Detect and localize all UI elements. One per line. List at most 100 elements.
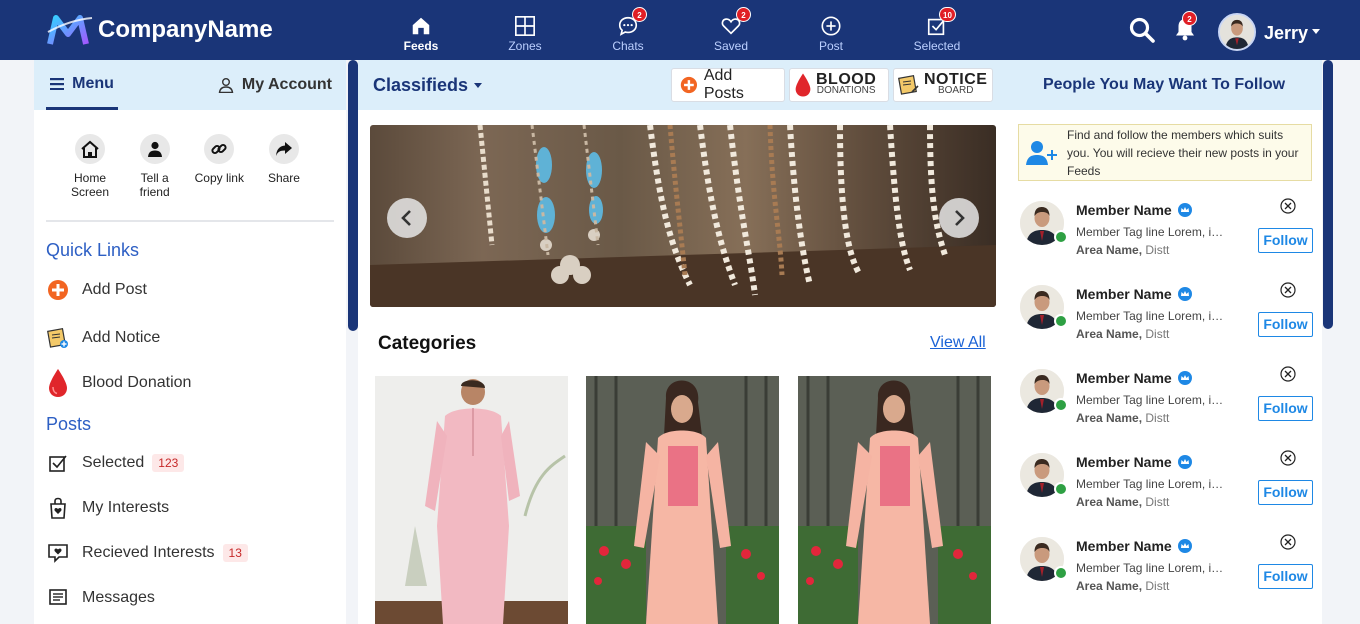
view-all-link[interactable]: View All	[930, 334, 986, 352]
close-icon[interactable]	[1280, 282, 1296, 298]
selected-posts-link[interactable]: Selected 123	[34, 440, 346, 485]
nav-zones[interactable]: Zones	[485, 0, 565, 60]
carousel-next-button[interactable]	[939, 198, 979, 238]
my-account-tab[interactable]: My Account	[218, 60, 332, 110]
left-sidebar-header: Menu My Account	[34, 60, 346, 110]
home-screen-action[interactable]: Home Screen	[60, 134, 120, 220]
close-icon[interactable]	[1280, 198, 1296, 214]
add-posts-button[interactable]: Add Posts	[671, 67, 785, 102]
add-notice-label: Add Notice	[82, 328, 161, 346]
category-card[interactable]	[375, 376, 568, 624]
message-icon	[49, 588, 67, 605]
notice-board-button[interactable]: NOTICE BOARD	[893, 68, 993, 102]
nav-feeds[interactable]: Feeds	[381, 0, 461, 60]
selected-count-badge: 123	[152, 453, 185, 472]
chevron-down-icon	[474, 83, 483, 88]
user-name[interactable]: Jerry	[1264, 23, 1308, 44]
category-card[interactable]	[798, 376, 991, 624]
follow-button[interactable]: Follow	[1258, 396, 1313, 421]
online-status-dot	[1054, 482, 1068, 496]
member-tagline: Member Tag line Lorem, ipsum	[1076, 393, 1226, 407]
member-name-row[interactable]: Member Name	[1076, 538, 1192, 554]
share-action[interactable]: Share	[254, 134, 314, 220]
follow-button[interactable]: Follow	[1258, 312, 1313, 337]
classifieds-dropdown[interactable]: Classifieds	[373, 75, 483, 96]
tell-friend-action[interactable]: Tell a friend	[125, 134, 185, 220]
member-tagline: Member Tag line Lorem, ipsum	[1076, 225, 1226, 239]
right-scrollbar[interactable]	[1323, 60, 1333, 329]
close-icon[interactable]	[1280, 450, 1296, 466]
verified-crown-icon	[1177, 455, 1192, 469]
nav-saved[interactable]: Saved 2	[691, 0, 771, 60]
member-name-row[interactable]: Member Name	[1076, 202, 1192, 218]
nav-post-label: Post	[818, 39, 843, 53]
blood-drop-icon	[795, 73, 811, 97]
blood-donation-link[interactable]: Blood Donation	[34, 360, 346, 405]
blood-title: BLOOD	[816, 71, 877, 88]
received-interests-link[interactable]: Recieved Interests 13	[34, 530, 346, 575]
add-posts-label: Add Posts	[703, 67, 744, 102]
selected-posts-label: Selected	[82, 453, 145, 471]
home-icon	[412, 17, 430, 35]
add-notice-link[interactable]: Add Notice	[34, 315, 346, 360]
share-label: Share	[267, 171, 300, 185]
follow-info-text: Find and follow the members which suits …	[1067, 127, 1299, 178]
blood-donations-button[interactable]: BLOOD DONATIONS	[789, 68, 889, 102]
person-icon	[147, 141, 162, 157]
verified-crown-icon	[1177, 203, 1192, 217]
saved-badge: 2	[736, 7, 751, 22]
plus-circle-icon	[48, 279, 68, 300]
follow-button[interactable]: Follow	[1258, 564, 1313, 589]
member-name-row[interactable]: Member Name	[1076, 370, 1192, 386]
main-content-header: Classifieds Add Posts BLOOD DONATIONS NO…	[358, 60, 1006, 110]
member-name-row[interactable]: Member Name	[1076, 454, 1192, 470]
home-screen-label: Home Screen	[70, 171, 110, 199]
plus-circle-icon	[680, 76, 698, 94]
blood-drop-icon	[49, 368, 67, 397]
house-icon	[81, 140, 99, 158]
copy-link-action[interactable]: Copy link	[189, 134, 249, 220]
online-status-dot	[1054, 314, 1068, 328]
notifications-badge: 2	[1182, 11, 1197, 26]
left-scrollbar[interactable]	[348, 60, 358, 331]
my-interests-link[interactable]: My Interests	[34, 485, 346, 530]
brand-logo[interactable]: CompanyName	[46, 12, 273, 48]
category-card[interactable]	[586, 376, 779, 624]
nav-chats[interactable]: Chats 2	[588, 0, 668, 60]
carousel-prev-button[interactable]	[387, 198, 427, 238]
user-menu-caret-icon[interactable]	[1312, 29, 1320, 34]
member-area-name: Area Name,	[1076, 411, 1143, 425]
online-status-dot	[1054, 398, 1068, 412]
chats-badge: 2	[632, 7, 647, 22]
member-tagline: Member Tag line Lorem, ipsum	[1076, 477, 1226, 491]
chevron-right-icon	[955, 210, 965, 226]
search-icon[interactable]	[1128, 16, 1156, 44]
nav-post[interactable]: Post	[791, 0, 871, 60]
member-district: Distt	[1145, 579, 1170, 593]
online-status-dot	[1054, 566, 1068, 580]
member-suggestion: Member Name Member Tag line Lorem, ipsum A…	[1020, 534, 1313, 614]
member-area: Area Name, Distt	[1076, 495, 1169, 509]
follow-button[interactable]: Follow	[1258, 480, 1313, 505]
follow-button[interactable]: Follow	[1258, 228, 1313, 253]
member-name-row[interactable]: Member Name	[1076, 286, 1192, 302]
user-avatar[interactable]	[1218, 13, 1256, 51]
close-icon[interactable]	[1280, 366, 1296, 382]
add-user-icon	[1026, 140, 1057, 165]
bag-heart-icon	[50, 497, 66, 519]
member-area: Area Name, Distt	[1076, 243, 1169, 257]
my-account-label: My Account	[241, 76, 332, 93]
member-area-name: Area Name,	[1076, 243, 1143, 257]
selected-badge: 10	[939, 7, 956, 22]
member-district: Distt	[1145, 327, 1170, 341]
classifieds-label: Classifieds	[373, 75, 469, 95]
nav-selected[interactable]: Selected 10	[897, 0, 977, 60]
member-tagline: Member Tag line Lorem, ipsum	[1076, 309, 1226, 323]
close-icon[interactable]	[1280, 534, 1296, 550]
menu-tab[interactable]: Menu	[46, 60, 118, 110]
user-outline-icon	[218, 78, 234, 93]
posts-title: Posts	[46, 414, 92, 434]
add-post-link[interactable]: Add Post	[34, 267, 346, 312]
notice-icon	[47, 327, 68, 348]
messages-link[interactable]: Messages	[34, 575, 346, 620]
